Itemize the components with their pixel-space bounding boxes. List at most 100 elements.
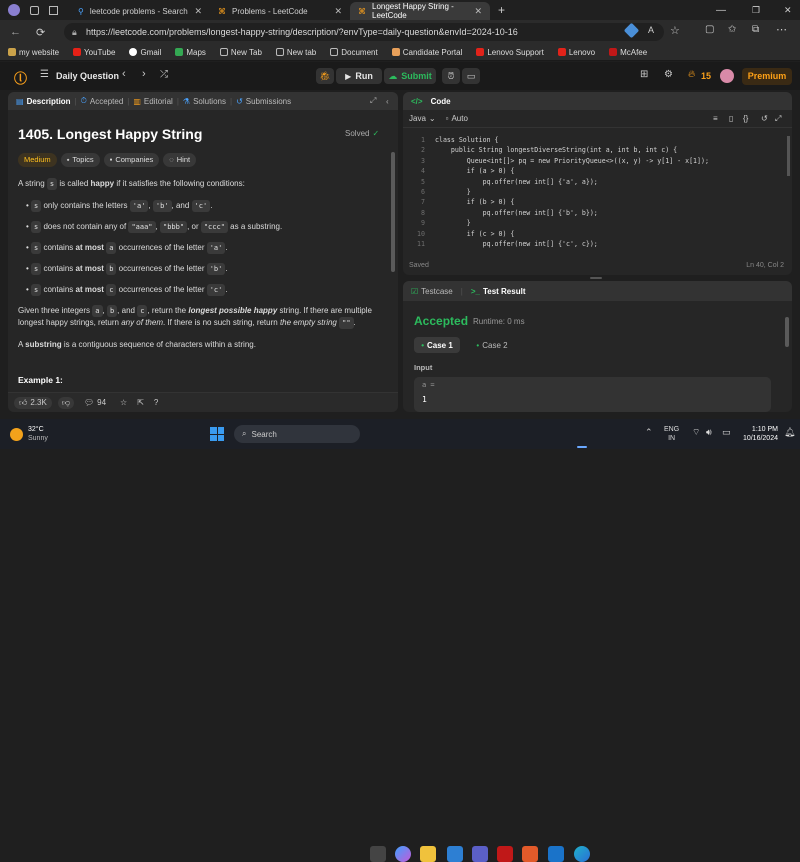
help-icon[interactable]: ? [154,398,158,407]
leetcode-logo-icon[interactable]: ⓛ [14,68,27,87]
result-scrollbar[interactable] [785,317,789,347]
file-explorer-icon[interactable] [420,846,436,862]
companies-button[interactable]: ▪ Companies [103,153,160,167]
dislike-button[interactable]: 👎︎ [57,396,74,409]
daily-question-link[interactable]: Daily Question [56,71,119,81]
store-icon[interactable] [447,846,463,862]
volume-icon[interactable]: 🔊︎ [706,427,712,438]
wifi-icon[interactable]: ⌔ [692,427,700,438]
topics-button[interactable]: ⬩ Topics [60,153,100,167]
office-icon[interactable] [522,846,538,862]
battery-icon[interactable]: ▭ [722,427,731,438]
refresh-icon[interactable]: ⟳ [36,26,45,39]
new-tab-button[interactable]: + [498,3,505,17]
next-problem-button[interactable]: › [142,68,146,80]
submit-button[interactable]: ☁︎ Submit [384,68,436,84]
more-icon[interactable]: ⋯ [776,23,787,36]
notification-bell-icon[interactable]: 🔔︎ [784,427,795,438]
format-icon[interactable]: ≡ [713,114,718,123]
case-1-tab[interactable]: • Case 1 [414,337,460,353]
tab-solutions[interactable]: ⚗︎ Solutions [183,97,226,106]
outlook-icon[interactable] [548,846,564,862]
favorite-star-icon[interactable]: ☆ [120,398,127,407]
tab-problems[interactable]: ⌘ Problems - LeetCode ✕ [210,2,350,20]
bookmark-new-tab-2[interactable]: New tab [275,48,316,57]
code-editor[interactable]: 1 class Solution {2 public String longest… [411,135,781,253]
tab-test-result[interactable]: >_ Test Result [471,287,526,296]
teams-icon[interactable] [472,846,488,862]
close-icon[interactable]: ✕ [194,6,202,17]
bookmark-lenovo[interactable]: Lenovo [557,48,595,57]
close-window-button[interactable]: ✕ [784,5,792,16]
like-button[interactable]: 👍︎ 2.3K [14,396,52,409]
problem-list-icon[interactable]: ☰ [40,69,49,80]
back-icon[interactable]: ← [10,26,21,38]
bookmark-icon[interactable]: ▯ [729,114,733,123]
taskbar-search[interactable]: ⌕ Search [234,425,360,443]
reset-icon[interactable]: ↺ [761,114,768,123]
bookmark-my-website[interactable]: my website [8,48,59,57]
auto-toggle[interactable]: ▫ Auto [446,114,468,123]
start-button[interactable] [210,427,224,441]
collapse-icon[interactable]: ‹ [386,97,389,106]
run-button[interactable]: ▶ Run [336,68,382,84]
panel-resize-handle[interactable] [590,277,602,279]
profile-avatar[interactable] [8,4,20,16]
tray-chevron-icon[interactable]: ⌃ [645,427,653,438]
url-field[interactable]: 🔒︎ https://leetcode.com/problems/longest… [64,23,664,41]
scrollbar-thumb[interactable] [391,152,395,272]
close-icon[interactable]: ✕ [474,6,482,17]
streak-fire-icon[interactable]: 🔥︎ [688,69,695,80]
bookmark-gmail[interactable]: Gmail [129,48,161,57]
workspaces-icon[interactable] [30,5,39,15]
tab-longest-happy-string[interactable]: ⌘ Longest Happy String - LeetCode ✕ [350,2,490,20]
case-2-tab[interactable]: • Case 2 [469,337,515,353]
expand-icon[interactable]: ⤢ [370,96,376,106]
read-aloud-icon[interactable]: A [648,25,654,35]
bookmark-document[interactable]: Document [330,48,378,57]
comments-button[interactable]: 💬︎ 94 [84,398,106,407]
close-icon[interactable]: ✕ [334,6,342,17]
language-indicator[interactable]: ENG IN [664,425,679,443]
favorites-bar-icon[interactable]: ✩ [728,24,736,35]
maximize-button[interactable]: ❐ [752,5,760,16]
language-select[interactable]: Java ⌄ [409,114,436,123]
share-icon[interactable]: ⇱ [137,398,144,407]
edge-icon[interactable] [574,846,590,862]
fullscreen-icon[interactable]: ⤢ [775,114,781,124]
tab-submissions[interactable]: ↺ Submissions [236,97,291,106]
tab-accepted[interactable]: ⏱︎ Accepted [81,96,124,106]
favorite-icon[interactable]: ☆ [670,24,680,37]
clock[interactable]: 1:10 PM 10/16/2024 [738,425,778,443]
weather-widget[interactable]: 32°C Sunny [10,425,48,443]
editor-scrollbar[interactable] [787,136,790,176]
shuffle-icon[interactable]: ⤮ [160,69,168,80]
minimize-button[interactable]: — [716,5,726,16]
tab-search[interactable]: ⚲ leetcode problems - Search ✕ [70,2,210,20]
layout-icon[interactable]: ⊞ [640,69,648,80]
tab-editorial[interactable]: ▥ Editorial [133,97,172,106]
bookmark-youtube[interactable]: YouTube [73,48,115,57]
collections-icon[interactable]: ⧉ [752,24,759,35]
bookmark-candidate-portal[interactable]: Candidate Portal [391,48,462,57]
tab-testcase[interactable]: ☑︎ Testcase [411,287,453,296]
settings-icon[interactable]: ⚙ [664,69,673,80]
premium-button[interactable]: Premium [742,68,792,85]
bookmark-maps[interactable]: Maps [175,48,206,57]
debug-button[interactable]: 🐞︎ [316,68,334,84]
bookmark-new-tab[interactable]: New Tab [219,48,262,57]
mcafee-icon[interactable] [497,846,513,862]
tab-actions-icon[interactable] [49,5,58,15]
task-view-icon[interactable] [370,846,386,862]
notes-button[interactable]: ▭ [462,68,480,84]
hint-button[interactable]: ◌ Hint [163,153,197,167]
copilot-icon[interactable] [395,846,411,862]
tab-description[interactable]: ▤ Description [16,97,71,106]
braces-icon[interactable]: {} [743,114,748,123]
user-avatar[interactable] [720,69,734,83]
bookmark-lenovo-support[interactable]: Lenovo Support [476,48,544,57]
split-screen-icon[interactable]: ▢ [705,24,714,35]
prev-problem-button[interactable]: ‹ [122,68,126,80]
timer-button[interactable]: ⏰︎ [442,68,460,84]
bookmark-mcafee[interactable]: McAfee [609,48,647,57]
